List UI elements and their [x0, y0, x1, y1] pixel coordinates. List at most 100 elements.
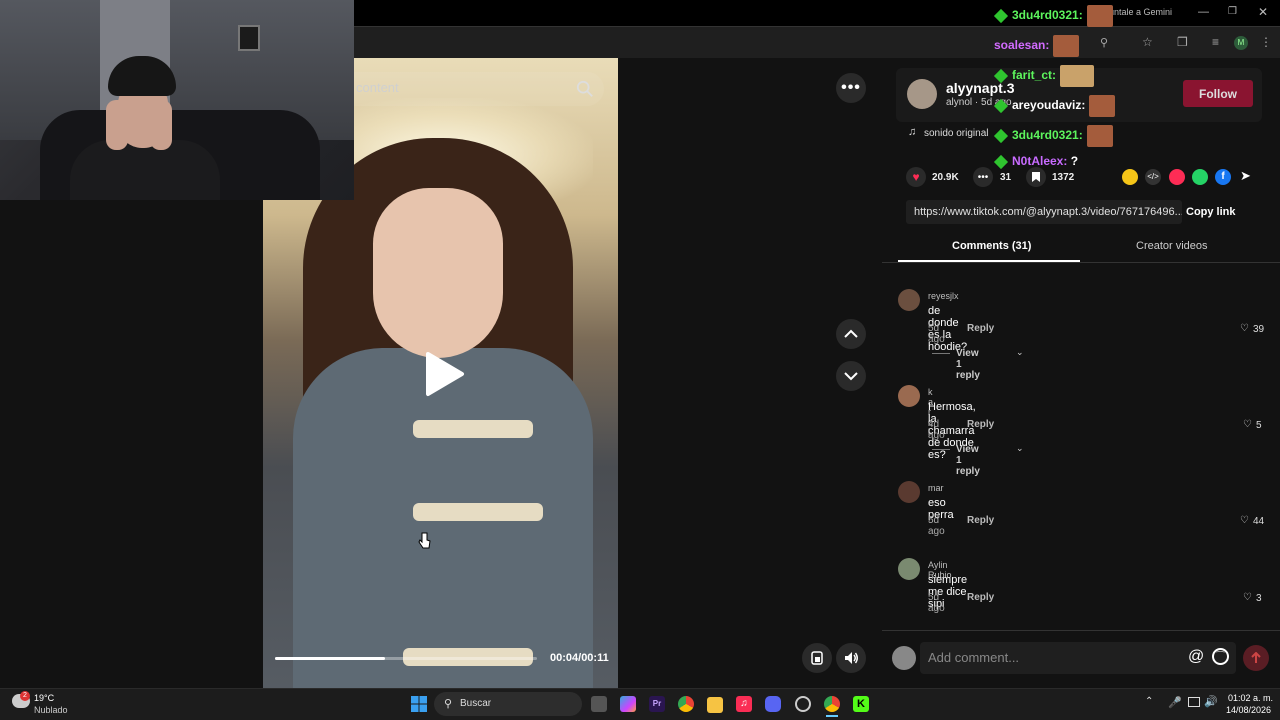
- chat-emote: [1053, 35, 1080, 57]
- video-url: https://www.tiktok.com/@alyynapt.3/video…: [906, 200, 1182, 224]
- send-comment-button[interactable]: [1243, 645, 1269, 671]
- chrome-active-icon[interactable]: [824, 696, 840, 712]
- copilot-icon[interactable]: [620, 696, 636, 712]
- weather-desc[interactable]: Nublado: [34, 705, 68, 715]
- search-icon[interactable]: [576, 80, 594, 98]
- like-button[interactable]: ♥: [906, 167, 926, 187]
- browser-menu-icon[interactable]: ⋮: [1260, 35, 1272, 49]
- comment-time: 5d ago: [928, 323, 945, 345]
- comment-avatar[interactable]: [898, 289, 920, 311]
- task-view-icon[interactable]: [591, 696, 607, 712]
- embed-icon[interactable]: </>: [1145, 169, 1161, 185]
- video-subject-face: [373, 188, 503, 358]
- whatsapp-icon[interactable]: [1192, 169, 1208, 185]
- reply-line: [932, 353, 950, 354]
- heart-outline-icon[interactable]: ♡: [1240, 323, 1249, 334]
- tab-creator-videos[interactable]: Creator videos: [1136, 240, 1208, 252]
- video-time: 00:04/00:11: [550, 652, 609, 664]
- extensions-icon[interactable]: ❒: [1177, 35, 1188, 49]
- view-replies-button[interactable]: View 1 reply: [956, 348, 980, 381]
- comment-reply-button[interactable]: Reply: [967, 515, 994, 526]
- clock-date[interactable]: 14/08/2026: [1226, 705, 1271, 715]
- bookmark-star-icon[interactable]: ☆: [1142, 35, 1153, 49]
- comment-avatar[interactable]: [898, 558, 920, 580]
- tray-chevron-up-icon[interactable]: ⌃: [1145, 696, 1153, 707]
- coat-toggle: [413, 420, 533, 438]
- volume-button[interactable]: [836, 643, 866, 673]
- zoom-icon[interactable]: ⚲: [1100, 36, 1108, 49]
- mention-icon[interactable]: @: [1188, 648, 1204, 666]
- view-replies-button[interactable]: View 1 reply: [956, 444, 980, 477]
- follow-button[interactable]: Follow: [1183, 80, 1253, 107]
- comment-reply-button[interactable]: Reply: [967, 323, 994, 334]
- comment-like-count: 5: [1256, 420, 1262, 431]
- video-progress-bar[interactable]: [275, 657, 537, 660]
- reply-line: [932, 449, 950, 450]
- chat-username: N0tAleex:: [1012, 154, 1068, 168]
- comment-like-count: 39: [1253, 324, 1265, 335]
- comment-button[interactable]: •••: [973, 167, 993, 187]
- window-restore-icon[interactable]: ❐: [1228, 6, 1237, 17]
- profile-avatar[interactable]: M: [1234, 36, 1248, 50]
- obs-icon[interactable]: [795, 696, 811, 712]
- comment-count: 31: [1000, 172, 1012, 183]
- send-to-friends-icon[interactable]: [1169, 169, 1185, 185]
- tab-comments[interactable]: Comments (31): [952, 240, 1031, 252]
- webcam-person-hand: [106, 100, 128, 150]
- chat-username: areyoudaviz:: [1012, 98, 1086, 113]
- previous-video-button[interactable]: [836, 319, 866, 349]
- window-minimize-icon[interactable]: —: [1198, 6, 1209, 18]
- clock-time[interactable]: 01:02 a. m.: [1228, 693, 1273, 703]
- webcam-person-body: [70, 140, 220, 200]
- comment-username[interactable]: mar: [928, 483, 944, 493]
- network-icon[interactable]: [1188, 697, 1200, 707]
- comment-reply-button[interactable]: Reply: [967, 419, 994, 430]
- media-icon[interactable]: ≡: [1212, 35, 1219, 49]
- heart-outline-icon[interactable]: ♡: [1243, 592, 1252, 603]
- chat-username: soalesan:: [994, 38, 1050, 53]
- music-app-icon[interactable]: ♫: [736, 696, 752, 712]
- copy-link-button[interactable]: Copy link: [1186, 206, 1236, 218]
- facebook-icon[interactable]: f: [1215, 169, 1231, 185]
- discord-icon[interactable]: [765, 696, 781, 712]
- bookmark-icon: [1032, 172, 1040, 182]
- premiere-icon[interactable]: Pr: [649, 696, 665, 712]
- comment-avatar[interactable]: [898, 385, 920, 407]
- chat-badge-icon: [993, 68, 1009, 84]
- music-note-icon: ♫: [908, 126, 917, 138]
- window-close-icon[interactable]: ✕: [1258, 5, 1268, 19]
- play-icon[interactable]: [422, 350, 466, 398]
- file-explorer-icon[interactable]: [707, 697, 723, 713]
- next-video-button[interactable]: [836, 361, 866, 391]
- chevron-down-icon: ⌄: [1016, 443, 1024, 453]
- chat-message: farit_ct:: [993, 65, 1095, 87]
- comment-time: 5d ago: [928, 515, 945, 537]
- heart-outline-icon[interactable]: ♡: [1243, 419, 1252, 430]
- repost-icon[interactable]: [1122, 169, 1138, 185]
- heart-outline-icon[interactable]: ♡: [1240, 515, 1249, 526]
- author-avatar[interactable]: [907, 79, 937, 109]
- weather-temp[interactable]: 19°C: [34, 693, 54, 703]
- save-button[interactable]: [1026, 167, 1046, 187]
- comment-avatar[interactable]: [898, 481, 920, 503]
- taskbar-search[interactable]: [434, 692, 582, 716]
- weather-badge: 2: [20, 691, 30, 701]
- chat-emote: [1060, 65, 1095, 87]
- save-count: 1372: [1052, 172, 1075, 183]
- windows-start-icon[interactable]: [411, 696, 427, 712]
- emoji-icon[interactable]: ⁀: [1212, 648, 1229, 665]
- chevron-down-icon: ⌄: [1016, 347, 1024, 357]
- share-arrow-icon[interactable]: ➤: [1240, 168, 1251, 184]
- music-title[interactable]: sonido original: [924, 128, 989, 139]
- speaker-icon[interactable]: 🔊: [1204, 695, 1218, 708]
- webcam-overlay: [0, 0, 354, 200]
- comment-reply-button[interactable]: Reply: [967, 592, 994, 603]
- chat-message: 3du4rd0321:: [993, 5, 1113, 27]
- chat-username: 3du4rd0321:: [1012, 128, 1083, 143]
- floating-player-button[interactable]: [802, 643, 832, 673]
- comment-username[interactable]: reyesjlx: [928, 291, 959, 301]
- microphone-icon[interactable]: 🎤: [1168, 696, 1182, 709]
- more-options-button[interactable]: •••: [836, 73, 866, 103]
- chrome-icon[interactable]: [678, 696, 694, 712]
- kick-icon[interactable]: K: [853, 696, 869, 712]
